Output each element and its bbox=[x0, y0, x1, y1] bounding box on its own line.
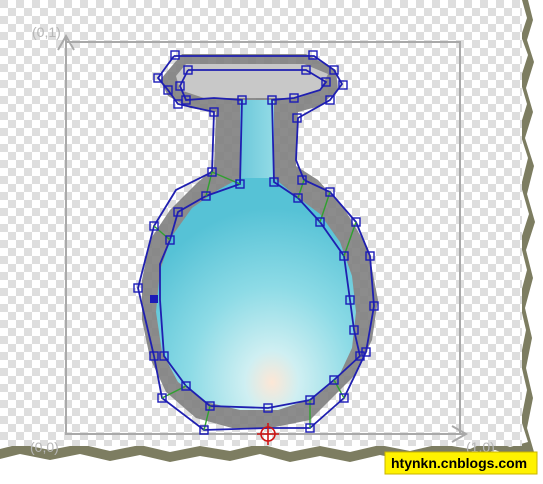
watermark-badge: htynkn.cnblogs.com bbox=[384, 451, 538, 475]
watermark-text: htynkn.cnblogs.com bbox=[391, 455, 527, 471]
y-end-label: (0,1) bbox=[32, 24, 61, 40]
physics-body-editor-canvas[interactable]: (0,1) (0,0) (1,0) htynkn.cnblogs.com bbox=[0, 0, 543, 484]
flask-neck-liquid bbox=[240, 100, 274, 180]
selected-vertex-handle[interactable] bbox=[150, 295, 158, 303]
origin-label: (0,0) bbox=[30, 439, 59, 455]
